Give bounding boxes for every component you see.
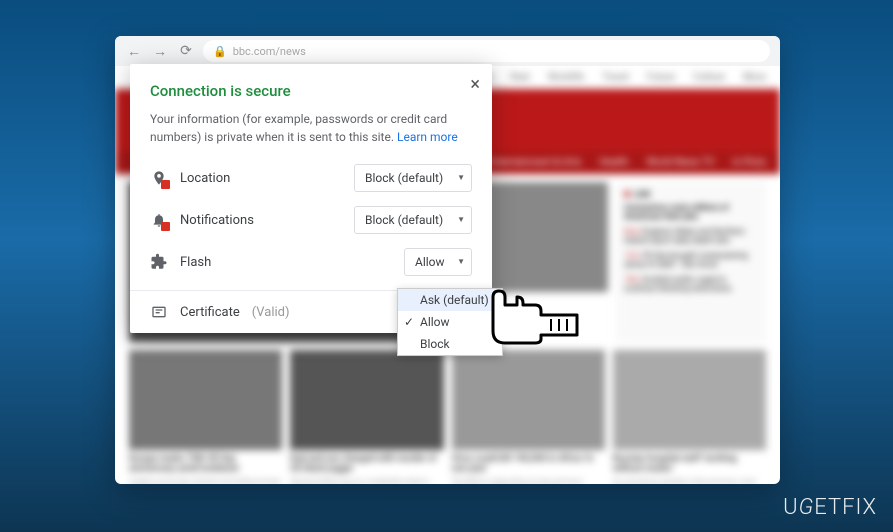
bell-icon <box>150 211 168 229</box>
forward-button[interactable]: → <box>151 42 169 60</box>
lock-icon: 🔒 <box>213 45 227 58</box>
permission-row-location: Location Block (default) <box>150 164 472 192</box>
connection-secure-title: Connection is secure <box>150 82 472 100</box>
reload-button[interactable]: ⟳ <box>177 42 195 60</box>
flash-select[interactable]: Allow <box>404 248 472 276</box>
permission-label: Location <box>180 171 230 186</box>
certificate-label: Certificate <box>180 305 240 320</box>
check-icon: ✓ <box>404 315 414 329</box>
certificate-icon <box>150 303 168 321</box>
permission-row-flash: Flash Allow <box>150 248 472 276</box>
pointing-hand-icon <box>485 285 585 351</box>
watermark: UGETFIX <box>783 495 877 520</box>
notifications-select[interactable]: Block (default) <box>354 206 472 234</box>
permission-row-notifications: Notifications Block (default) <box>150 206 472 234</box>
puzzle-icon <box>150 253 168 271</box>
certificate-status: (Valid) <box>252 305 290 320</box>
location-select[interactable]: Block (default) <box>354 164 472 192</box>
learn-more-link[interactable]: Learn more <box>397 130 458 144</box>
url-bar[interactable]: 🔒 bbc.com/news <box>203 40 770 62</box>
back-button[interactable]: ← <box>125 42 143 60</box>
location-icon <box>150 169 168 187</box>
permission-label: Notifications <box>180 213 254 228</box>
browser-chrome: ← → ⟳ 🔒 bbc.com/news <box>115 36 780 66</box>
permission-label: Flash <box>180 255 211 270</box>
close-button[interactable]: × <box>470 74 480 95</box>
url-text: bbc.com/news <box>233 45 306 58</box>
popup-description: Your information (for example, passwords… <box>150 110 472 146</box>
